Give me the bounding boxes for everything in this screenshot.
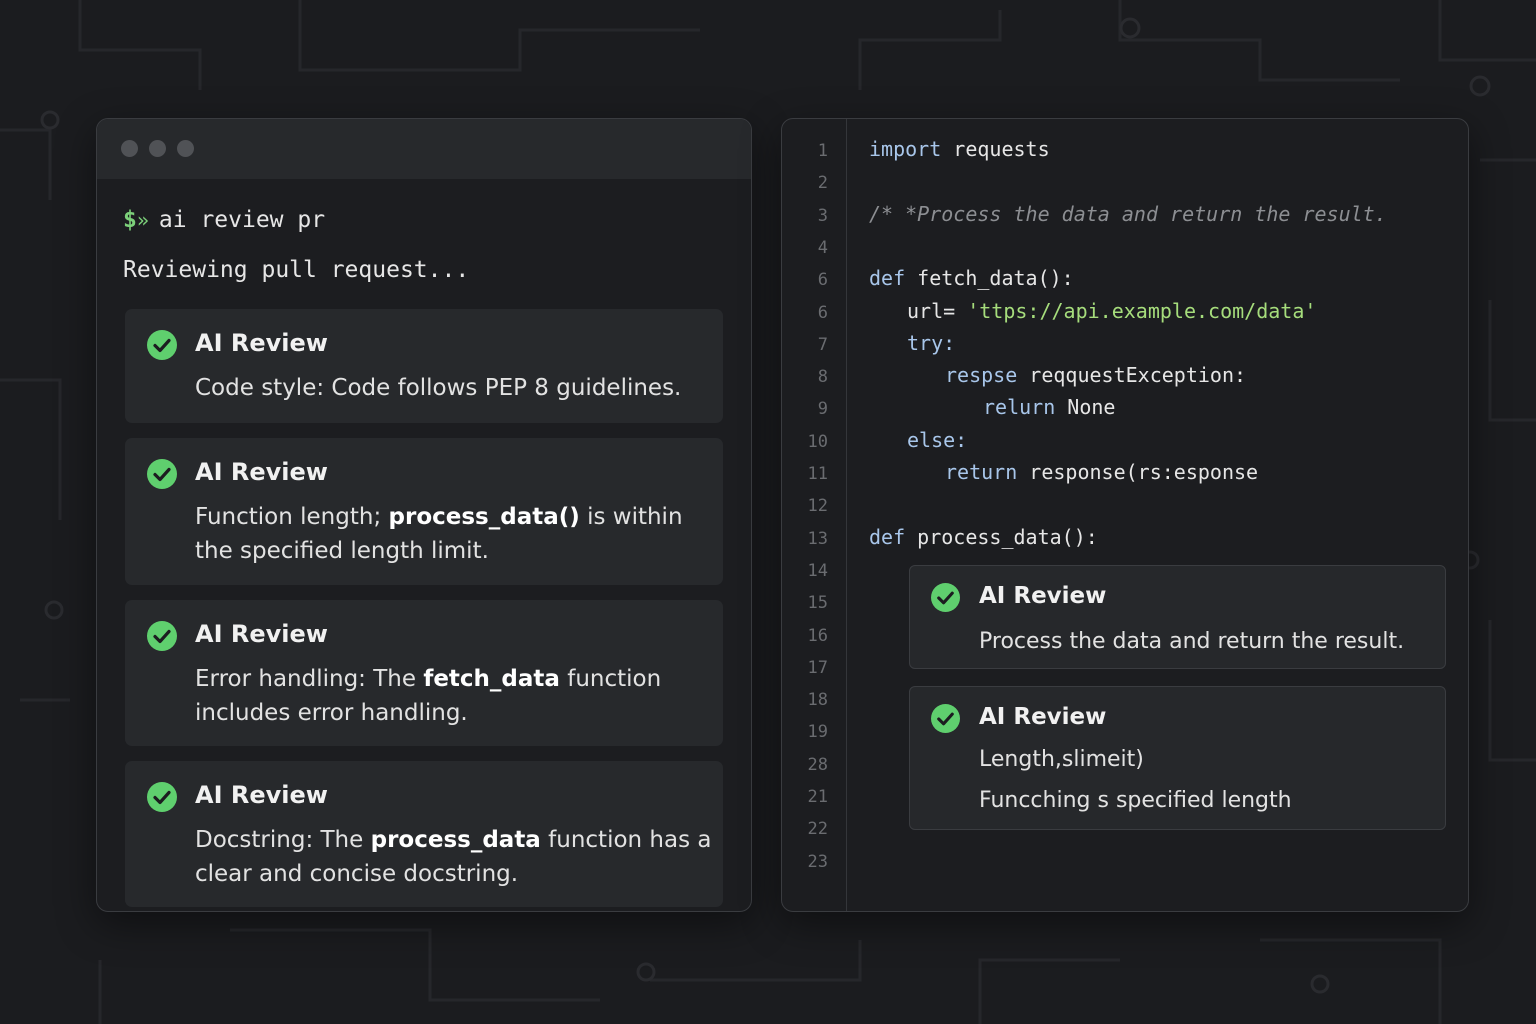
- line-number: 14: [807, 560, 828, 581]
- code-identifier: fetch_data: [423, 666, 560, 692]
- code-line: else:: [907, 428, 967, 452]
- code-keyword: def: [869, 266, 906, 291]
- prompt-symbol: $: [123, 207, 137, 233]
- window-minimize-dot[interactable]: [149, 140, 166, 157]
- line-number: 3: [817, 205, 828, 226]
- review-text: Docstring: The process_data function has…: [195, 823, 715, 891]
- review-text-part: Docstring: The: [195, 827, 371, 853]
- line-number: 11: [807, 464, 828, 484]
- line-number: 6: [817, 302, 828, 323]
- review-text: Error handling: The fetch_data function …: [195, 662, 715, 730]
- code-keyword: def: [869, 524, 906, 549]
- window-maximize-dot[interactable]: [177, 140, 194, 157]
- line-number: 10: [807, 431, 828, 452]
- line-number: 23: [807, 851, 828, 872]
- code-keyword: relurn: [983, 395, 1056, 420]
- check-circle-icon: [147, 621, 177, 651]
- code-line: def process_data():: [869, 525, 1098, 549]
- review-text-part: Error handling: The: [195, 666, 424, 692]
- review-title: AI Review: [195, 620, 328, 648]
- code-line: url= 'ttps://api.example.com/data': [907, 299, 1316, 323]
- line-number: 13: [807, 528, 828, 549]
- review-text: Process the data and return the result.: [979, 629, 1405, 654]
- code-token: requests: [941, 137, 1050, 161]
- code-keyword: return: [945, 460, 1018, 484]
- check-circle-icon: [147, 459, 177, 489]
- code-identifier: process_data: [370, 827, 541, 853]
- code-token: response(rs:esponse: [1017, 460, 1259, 484]
- line-number: 2: [817, 173, 828, 194]
- terminal-titlebar: [97, 119, 751, 179]
- line-number: 15: [807, 593, 828, 614]
- code-token: reqquestException:: [1017, 363, 1247, 388]
- line-number: 8: [817, 367, 828, 388]
- code-token: url=: [907, 298, 968, 323]
- code-token: process_data():: [905, 524, 1098, 549]
- review-text: Function length; process_data() is withi…: [195, 500, 715, 568]
- review-title: AI Review: [195, 329, 328, 357]
- line-number: 4: [817, 237, 828, 258]
- line-number: 17: [807, 657, 828, 678]
- check-circle-icon: [931, 704, 960, 733]
- review-card: AI Review Docstring: The process_data fu…: [125, 761, 723, 907]
- review-text: Length,slimeit): [979, 747, 1144, 772]
- review-text: Funcching s specified length: [979, 788, 1292, 813]
- review-title: AI Review: [195, 781, 328, 809]
- window-close-dot[interactable]: [121, 140, 138, 157]
- review-text-part: Code style: Code follows PEP 8 guideline…: [195, 375, 682, 401]
- review-card: AI Review Function length; process_data(…: [125, 438, 723, 585]
- line-number: 16: [807, 625, 828, 646]
- code-comment: /* *Process the data and return the resu…: [869, 202, 1387, 226]
- line-number: 6: [817, 270, 828, 291]
- check-circle-icon: [147, 330, 177, 360]
- code-line: return response(rs:esponse: [945, 460, 1258, 484]
- code-keyword: else:: [907, 427, 968, 452]
- code-line: def fetch_data():: [869, 266, 1074, 290]
- line-number: 22: [807, 819, 828, 840]
- line-number: 28: [807, 754, 828, 775]
- code-line: respse reqquestException:: [945, 363, 1246, 387]
- code-keyword: import: [869, 137, 942, 161]
- code-line: relurn None: [983, 395, 1115, 419]
- code-editor: 1 2 3 4 6 6 7 8 9 10 11 12 13 14 15 16 17 18 19 28 21 22 23 im…: [781, 118, 1469, 912]
- command-line[interactable]: $» ai review pr: [123, 207, 325, 233]
- review-text-part: Function length;: [195, 504, 389, 530]
- review-title: AI Review: [979, 704, 1107, 730]
- review-title: AI Review: [195, 458, 328, 486]
- line-number: 21: [807, 787, 828, 807]
- code-line: try:: [907, 331, 955, 355]
- code-keyword: respse: [945, 363, 1018, 388]
- check-circle-icon: [931, 583, 960, 612]
- code-token: /* *Process the data and return the resu…: [869, 201, 1387, 226]
- code-line: import requests: [869, 137, 1050, 161]
- review-card: AI Review Error handling: The fetch_data…: [125, 600, 723, 746]
- status-text: Reviewing pull request...: [123, 257, 470, 283]
- line-number: 7: [817, 334, 828, 355]
- code-token: None: [1055, 395, 1116, 420]
- code-string: 'ttps://api.example.com/data': [967, 298, 1317, 323]
- line-number: 9: [817, 399, 828, 420]
- prompt-arrow-icon: »: [136, 208, 149, 232]
- line-number: 19: [807, 722, 828, 743]
- review-title: AI Review: [979, 583, 1107, 609]
- review-text: Code style: Code follows PEP 8 guideline…: [195, 371, 715, 405]
- command-text: ai review pr: [158, 207, 326, 233]
- code-identifier: process_data(): [388, 504, 580, 530]
- code-token: fetch_data():: [905, 266, 1074, 291]
- code-keyword: try:: [907, 330, 956, 355]
- review-card: AI Review Code style: Code follows PEP 8…: [125, 309, 723, 423]
- inline-review-card: AI Review Length,slimeit) Funcching s sp…: [909, 686, 1446, 830]
- terminal-window: $» ai review pr Reviewing pull request...…: [96, 118, 752, 912]
- inline-review-card: AI Review Process the data and return th…: [909, 565, 1446, 669]
- line-number: 1: [817, 141, 828, 161]
- line-number: 12: [807, 496, 828, 517]
- line-number: 18: [807, 690, 828, 711]
- check-circle-icon: [147, 782, 177, 812]
- gutter-divider: [846, 119, 847, 911]
